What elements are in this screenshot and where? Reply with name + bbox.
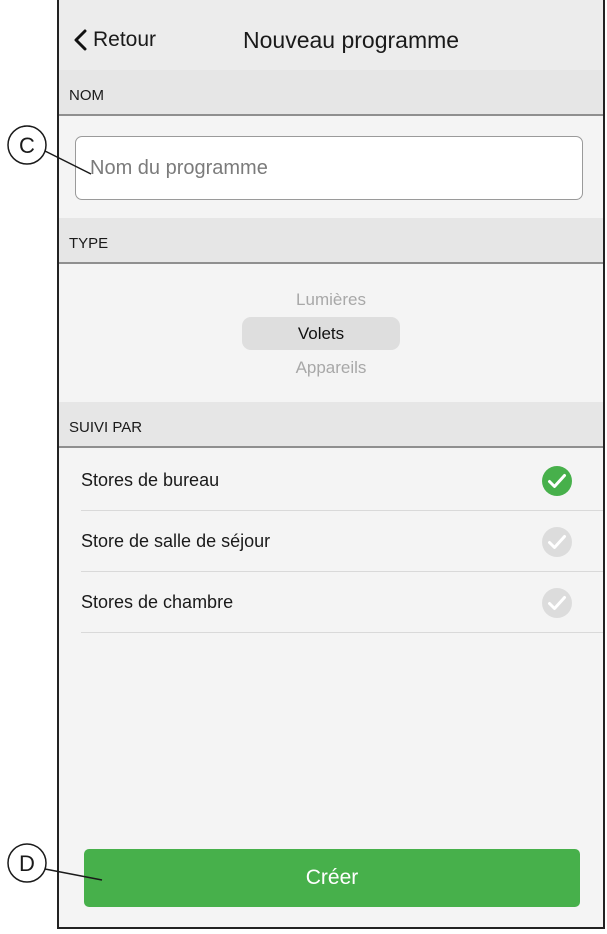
chevron-left-icon xyxy=(74,29,87,51)
back-button[interactable]: Retour xyxy=(73,28,156,52)
page-title: Nouveau programme xyxy=(243,27,460,53)
type-option-lumieres[interactable]: Lumières xyxy=(59,290,603,310)
section-header-type: TYPE xyxy=(59,218,603,264)
callout-c: C xyxy=(7,125,92,175)
name-area xyxy=(59,118,603,216)
section-header-followed-label: SUIVI PAR xyxy=(69,419,143,436)
checkmark-circle-icon[interactable] xyxy=(541,526,573,558)
callout-c-label: C xyxy=(19,133,35,158)
type-option-appareils[interactable]: Appareils xyxy=(59,358,603,378)
list-item[interactable]: Stores de bureau xyxy=(81,450,603,511)
type-option-volets[interactable]: Volets xyxy=(242,317,400,350)
section-header-type-label: TYPE xyxy=(69,235,109,252)
checkmark-circle-icon[interactable] xyxy=(541,465,573,497)
back-label: Retour xyxy=(93,28,157,51)
list-item[interactable]: Store de salle de séjour xyxy=(81,511,603,572)
callout-d-label: D xyxy=(19,851,35,876)
list-item-label: Stores de chambre xyxy=(81,592,234,612)
checkmark-circle-icon[interactable] xyxy=(541,587,573,619)
type-picker[interactable]: Lumières Volets Appareils xyxy=(59,266,603,400)
app-screen: Retour Nouveau programme NOM TYPE Lumièr… xyxy=(57,0,605,929)
section-header-followed: SUIVI PAR xyxy=(59,402,603,448)
nav-bar: Retour Nouveau programme xyxy=(59,0,603,70)
list-item[interactable]: Stores de chambre xyxy=(81,572,603,633)
list-item-label: Stores de bureau xyxy=(81,470,220,490)
list-item-label: Store de salle de séjour xyxy=(81,531,271,551)
section-header-name-label: NOM xyxy=(69,87,104,104)
program-name-input[interactable] xyxy=(75,136,583,200)
section-header-name: NOM xyxy=(59,70,603,116)
callout-d: D xyxy=(7,843,103,883)
create-button[interactable]: Créer xyxy=(84,849,580,907)
